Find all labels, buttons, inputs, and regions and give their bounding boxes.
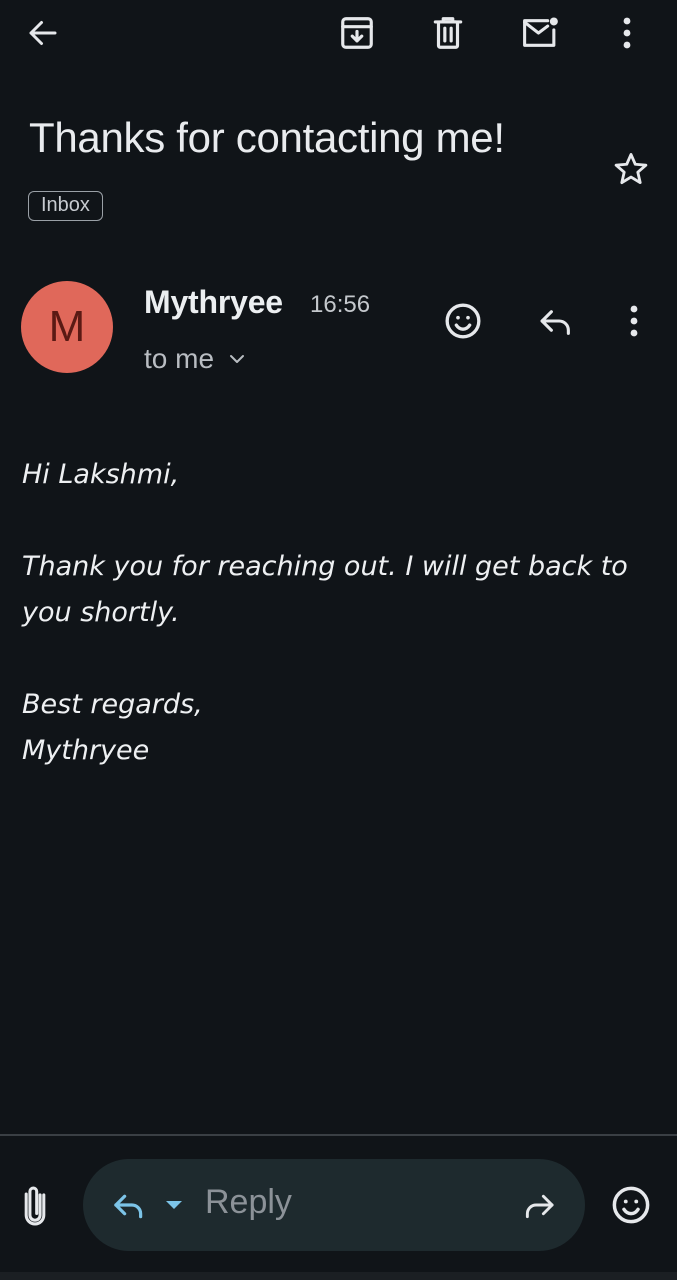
body-greeting: Hi Lakshmi, [22, 459, 180, 490]
archive-button[interactable] [334, 10, 380, 56]
sender-avatar[interactable]: M [21, 281, 113, 373]
more-options-button[interactable] [607, 10, 647, 56]
forward-icon [525, 1194, 554, 1219]
body-closing: Best regards, [22, 689, 203, 720]
email-subject: Thanks for contacting me! [29, 114, 505, 161]
forward-button[interactable] [517, 1185, 561, 1225]
mark-unread-button[interactable] [516, 10, 564, 56]
paperclip-icon [24, 1186, 46, 1226]
divider [0, 1134, 677, 1136]
label-chip-inbox[interactable]: Inbox [28, 191, 103, 221]
reply-button[interactable] [532, 297, 580, 345]
chevron-down-icon [230, 355, 245, 363]
reply-bar[interactable]: Reply [83, 1159, 585, 1251]
reply-mode-icon-button[interactable] [107, 1185, 151, 1225]
recipient-details-toggle[interactable]: to me [144, 343, 246, 375]
emoji-button[interactable] [606, 1180, 656, 1230]
trash-icon [433, 17, 463, 49]
message-more-button[interactable] [614, 297, 654, 345]
reply-icon [114, 1194, 143, 1219]
star-icon [614, 153, 648, 185]
recipient-label: to me [144, 343, 215, 374]
body-signature: Mythryee [22, 735, 150, 766]
email-body: Hi Lakshmi, Thank you for reaching out. … [22, 452, 642, 774]
mail-unread-icon [523, 17, 558, 47]
sent-time: 16:56 [310, 291, 371, 318]
attach-button[interactable] [14, 1180, 56, 1230]
caret-down-icon [166, 1201, 182, 1209]
star-button[interactable] [608, 146, 654, 192]
react-emoji-button[interactable] [439, 297, 487, 345]
smiley-icon [445, 303, 481, 339]
sender-name: Mythryee [144, 284, 283, 320]
archive-icon [341, 17, 373, 49]
more-vertical-icon [623, 17, 631, 49]
arrow-left-icon [29, 21, 57, 45]
delete-button[interactable] [425, 10, 471, 56]
more-vertical-icon [630, 305, 638, 337]
body-paragraph: Thank you for reaching out. I will get b… [22, 551, 628, 628]
navigation-bar-strip [0, 1272, 677, 1280]
back-button[interactable] [22, 12, 64, 54]
reply-placeholder[interactable]: Reply [205, 1183, 292, 1222]
reply-mode-dropdown[interactable] [161, 1193, 187, 1217]
reply-icon [540, 310, 570, 335]
smiley-icon [612, 1186, 650, 1224]
